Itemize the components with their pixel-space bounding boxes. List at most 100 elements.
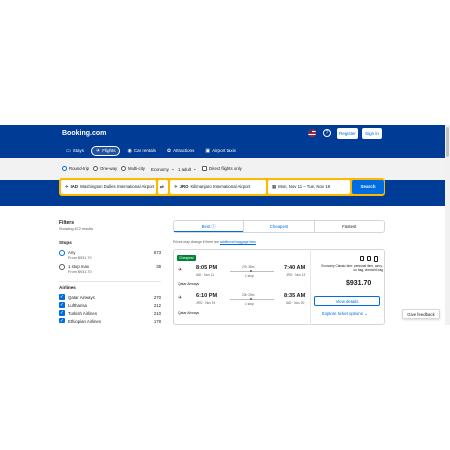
direct-flights-checkbox[interactable]: Direct flights only [202, 166, 242, 171]
outbound-arrive-info: JRO · Nov 13 [286, 273, 306, 277]
page: Booking.com ? Register Sign in ▭ Stays ✈ F… [0, 0, 450, 450]
register-button[interactable]: Register [337, 128, 358, 139]
carry-on-bag-icon [367, 256, 371, 261]
radio[interactable] [93, 166, 98, 171]
tab-label: Airport taxis [212, 148, 236, 153]
cabin-class-select[interactable]: Economy ⌄ [151, 166, 175, 172]
card-divider [310, 249, 311, 325]
inbound-arrive-time: 8:35 AM [284, 293, 306, 299]
round-trip-option[interactable]: Round-trip [62, 166, 89, 171]
results-count: Showing 672 results [59, 227, 94, 231]
give-feedback-button[interactable]: Give feedback [402, 309, 440, 319]
destination-name: Kilimanjaro International Airport [190, 184, 251, 189]
airline-label: Lufthansa [68, 303, 87, 308]
tab-label: Flights [102, 148, 116, 153]
outbound-arrive-time: 7:40 AM [284, 265, 306, 271]
sort-tabs: Best ⓘ Cheapest Fastest [173, 220, 385, 233]
radio-selected[interactable] [62, 166, 67, 171]
baggage-fees-link[interactable]: additional baggage fees [220, 240, 256, 244]
swap-icon: ⇄ [160, 184, 164, 189]
airline-checkbox[interactable]: ✓ [59, 294, 65, 300]
calendar-icon: ▦ [272, 184, 277, 189]
airline-label: Ethiopian Airlines [68, 319, 101, 324]
filter-divider [59, 281, 161, 282]
help-icon[interactable]: ? [323, 129, 331, 137]
inbound-stops: 1 stop [245, 302, 254, 306]
outbound-stops: 1 stop [245, 274, 254, 278]
explore-label: Explore ticket options [322, 311, 363, 316]
inbound-duration: 22h 25m [242, 293, 255, 297]
stops-one-count: 38 [156, 264, 161, 269]
origin-name: Washington Dulles International Airport [80, 184, 155, 189]
baggage-info: Economy Classic fare: personal item, car… [321, 264, 383, 273]
taxi-icon: ▣ [205, 148, 211, 154]
attractions-icon: ✿ [166, 148, 172, 154]
airline-label: Turkish Airlines [68, 311, 97, 316]
airline-label: Qatar Airways [68, 295, 95, 300]
tab-airport-taxis[interactable]: ▣ Airport taxis [201, 146, 240, 156]
search-button[interactable]: Search [352, 180, 384, 194]
one-way-option[interactable]: One-way [93, 166, 117, 171]
dates-field[interactable]: ▦ Mon, Nov 11 – Tue, Nov 19 [268, 180, 350, 194]
stops-one-price: From $931.70 [68, 270, 92, 274]
multi-city-option[interactable]: Multi-city [121, 166, 145, 171]
inbound-airline: Qatar Airways [178, 311, 200, 315]
option-label: Multi-city [128, 166, 145, 171]
airline-checkbox[interactable]: ✓ [59, 310, 65, 316]
tab-attractions[interactable]: ✿ Attractions [163, 146, 198, 156]
tab-label: Stays [72, 148, 84, 153]
chevron-down-icon: ⌄ [170, 166, 175, 171]
airline-count: 212 [153, 303, 161, 308]
inbound-arrive-info: IAD · Nov 20 [286, 301, 305, 305]
tab-fastest[interactable]: Fastest [313, 221, 384, 232]
tab-cheapest[interactable]: Cheapest [243, 221, 313, 232]
tab-label: Best [201, 224, 211, 229]
passengers-select[interactable]: 1 adult ⌄ [178, 166, 197, 172]
origin-field[interactable]: ✈ IAD Washington Dulles International Airp… [61, 180, 156, 194]
destination-field[interactable]: ✈ JRO Kilimanjaro International Airport [170, 180, 266, 194]
tab-stays[interactable]: ▭ Stays [62, 146, 88, 156]
stops-any-radio[interactable] [59, 250, 65, 256]
outbound-depart-info: IAD · Nov 11 [196, 273, 215, 277]
qatar-airways-logo-icon: ✈ [178, 267, 183, 273]
stops-any-label: Any [68, 250, 76, 255]
qatar-airways-logo-icon: ✈ [178, 295, 183, 301]
sign-in-button[interactable]: Sign in [362, 128, 382, 139]
tab-best[interactable]: Best ⓘ [174, 221, 244, 232]
personal-item-icon [360, 256, 364, 261]
booking-logo[interactable]: Booking.com [62, 130, 106, 137]
airline-checkbox[interactable]: ✓ [59, 318, 65, 324]
airline-count: 270 [153, 295, 161, 300]
scrollbar-thumb[interactable] [446, 127, 449, 157]
tab-flights[interactable]: ✈ Flights [91, 146, 121, 156]
outbound-duration: 27h 35m [242, 265, 255, 269]
plane-depart-icon: ✈ [65, 184, 69, 189]
plane-arrive-icon: ✈ [174, 184, 178, 189]
radio[interactable] [121, 166, 126, 171]
info-icon: ⓘ [211, 224, 216, 229]
stops-title: Stops [59, 240, 72, 245]
select-value: Economy [151, 166, 169, 172]
inbound-depart-info: JRO · Nov 19 [196, 301, 216, 305]
checkbox[interactable] [202, 166, 207, 171]
inbound-route-line [230, 299, 274, 300]
tab-car-rentals[interactable]: ◉ Car rentals [123, 146, 159, 156]
airline-checkbox[interactable]: ✓ [59, 302, 65, 308]
destination-code: JRO [179, 184, 189, 189]
cheapest-badge: Cheapest [177, 255, 196, 261]
option-label: Round-trip [69, 166, 90, 171]
car-icon: ◉ [127, 148, 132, 154]
stops-one-radio[interactable] [59, 264, 65, 270]
option-label: Direct flights only [209, 166, 242, 171]
explore-ticket-options-link[interactable]: Explore ticket options ⌄ [322, 311, 368, 317]
inbound-depart-time: 6:10 PM [196, 293, 218, 299]
language-flag-icon[interactable] [308, 129, 316, 137]
view-details-button[interactable]: View details [314, 296, 380, 306]
stops-one-label: 1 stop max [68, 264, 90, 269]
tab-label: Car rentals [133, 148, 156, 153]
stops-any-count: 673 [153, 250, 161, 255]
stops-any-price: From $931.70 [68, 256, 92, 260]
swap-button[interactable]: ⇄ [158, 180, 168, 194]
price: $931.70 [346, 280, 372, 287]
outbound-depart-time: 8:05 PM [196, 265, 218, 271]
